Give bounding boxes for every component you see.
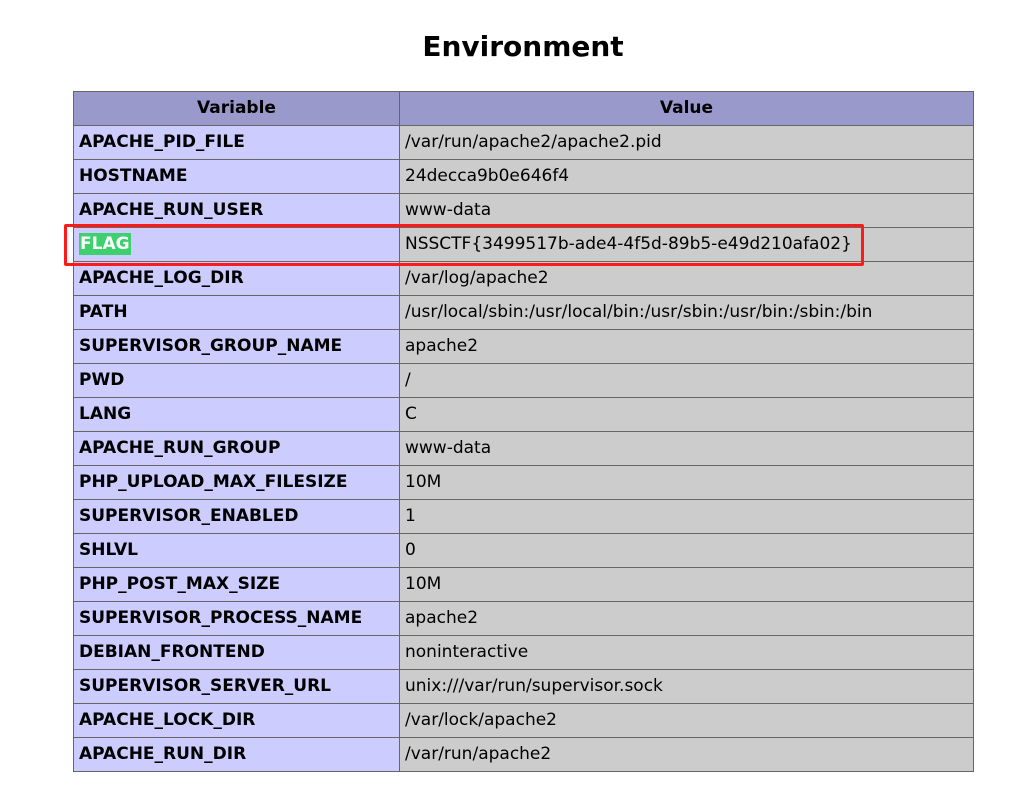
variable-value: 0: [399, 533, 974, 568]
variable-name: SUPERVISOR_ENABLED: [73, 499, 400, 534]
variable-value: 24decca9b0e646f4: [399, 159, 974, 194]
variable-name: APACHE_RUN_USER: [73, 193, 400, 228]
table-row: LANG C: [73, 397, 974, 432]
variable-value: C: [399, 397, 974, 432]
variable-name: SUPERVISOR_PROCESS_NAME: [73, 601, 400, 636]
variable-name: APACHE_RUN_GROUP: [73, 431, 400, 466]
table-row: PWD /: [73, 363, 974, 398]
table-row: APACHE_LOG_DIR /var/log/apache2: [73, 261, 974, 296]
variable-name: LANG: [73, 397, 400, 432]
table-header-row: Variable Value: [73, 91, 974, 126]
variable-value: apache2: [399, 329, 974, 364]
variable-value: www-data: [399, 193, 974, 228]
table-row: SUPERVISOR_GROUP_NAME apache2: [73, 329, 974, 364]
variable-value: /var/lock/apache2: [399, 703, 974, 738]
variable-value: /usr/local/sbin:/usr/local/bin:/usr/sbin…: [399, 295, 974, 330]
variable-name: APACHE_PID_FILE: [73, 125, 400, 160]
table-row: SUPERVISOR_SERVER_URL unix:///var/run/su…: [73, 669, 974, 704]
variable-name: APACHE_LOCK_DIR: [73, 703, 400, 738]
page-title: Environment: [422, 30, 624, 63]
variable-name: PWD: [73, 363, 400, 398]
environment-table: Variable Value APACHE_PID_FILE /var/run/…: [73, 91, 974, 772]
table-row: PHP_POST_MAX_SIZE 10M: [73, 567, 974, 602]
table-row: APACHE_PID_FILE /var/run/apache2/apache2…: [73, 125, 974, 160]
variable-name: HOSTNAME: [73, 159, 400, 194]
variable-name: DEBIAN_FRONTEND: [73, 635, 400, 670]
variable-value: apache2: [399, 601, 974, 636]
variable-name: APACHE_LOG_DIR: [73, 261, 400, 296]
variable-value: 10M: [399, 465, 974, 500]
variable-name-flag: FLAG: [73, 227, 400, 262]
table-row: SUPERVISOR_ENABLED 1: [73, 499, 974, 534]
variable-name: PHP_POST_MAX_SIZE: [73, 567, 400, 602]
table-row: APACHE_RUN_GROUP www-data: [73, 431, 974, 466]
table-row: PATH /usr/local/sbin:/usr/local/bin:/usr…: [73, 295, 974, 330]
flag-search-highlight: FLAG: [79, 233, 131, 255]
variable-name: SUPERVISOR_SERVER_URL: [73, 669, 400, 704]
table-row: SUPERVISOR_PROCESS_NAME apache2: [73, 601, 974, 636]
table-row: APACHE_RUN_USER www-data: [73, 193, 974, 228]
value-column-header: Value: [399, 91, 974, 126]
table-row: PHP_UPLOAD_MAX_FILESIZE 10M: [73, 465, 974, 500]
variable-name: PATH: [73, 295, 400, 330]
variable-value: /: [399, 363, 974, 398]
table-row: APACHE_LOCK_DIR /var/lock/apache2: [73, 703, 974, 738]
variable-column-header: Variable: [73, 91, 400, 126]
variable-value: noninteractive: [399, 635, 974, 670]
variable-value: /var/log/apache2: [399, 261, 974, 296]
variable-value: 10M: [399, 567, 974, 602]
variable-value: 1: [399, 499, 974, 534]
table-row: SHLVL 0: [73, 533, 974, 568]
variable-name: PHP_UPLOAD_MAX_FILESIZE: [73, 465, 400, 500]
variable-value: /var/run/apache2: [399, 737, 974, 772]
variable-name: SHLVL: [73, 533, 400, 568]
variable-value: unix:///var/run/supervisor.sock: [399, 669, 974, 704]
variable-name: SUPERVISOR_GROUP_NAME: [73, 329, 400, 364]
table-row: HOSTNAME 24decca9b0e646f4: [73, 159, 974, 194]
variable-name: APACHE_RUN_DIR: [73, 737, 400, 772]
table-row-flag: FLAG NSSCTF{3499517b-ade4-4f5d-89b5-e49d…: [73, 227, 974, 262]
variable-value: www-data: [399, 431, 974, 466]
table-row: DEBIAN_FRONTEND noninteractive: [73, 635, 974, 670]
flag-value: NSSCTF{3499517b-ade4-4f5d-89b5-e49d210af…: [399, 227, 974, 262]
table-row: APACHE_RUN_DIR /var/run/apache2: [73, 737, 974, 772]
variable-value: /var/run/apache2/apache2.pid: [399, 125, 974, 160]
